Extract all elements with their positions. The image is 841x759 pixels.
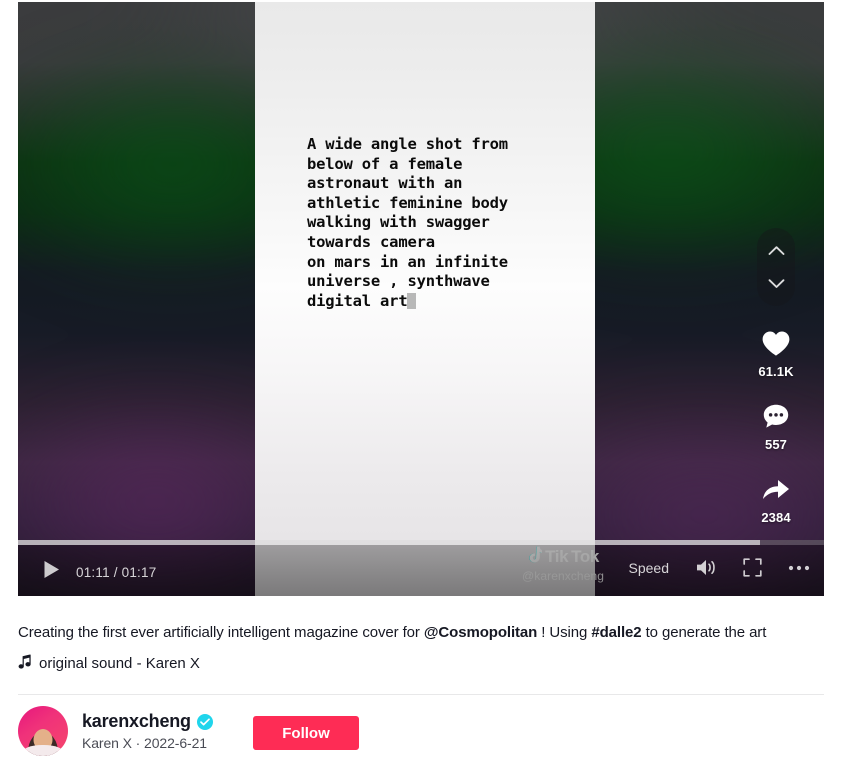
author-name-row: karenxcheng	[82, 711, 213, 732]
progress-bar-fill	[18, 540, 760, 545]
share-count: 2384	[761, 510, 791, 525]
caption-part-1: Creating the first ever artificially int…	[18, 624, 424, 641]
comment-action[interactable]: 557	[759, 401, 793, 452]
share-action[interactable]: 2384	[759, 474, 793, 525]
section-divider	[18, 694, 824, 695]
play-icon[interactable]	[43, 560, 60, 584]
music-note-icon	[18, 654, 31, 672]
like-count: 61.1K	[758, 364, 794, 379]
caption-part-2: ! Using	[537, 624, 592, 641]
video-nav-pill	[757, 228, 795, 306]
tiktok-video-page: A wide angle shot from below of a female…	[0, 0, 841, 759]
progress-bar-track[interactable]	[18, 540, 824, 545]
comment-count: 557	[765, 437, 787, 452]
controls-left-group: 01:11 / 01:17	[43, 560, 156, 584]
share-icon[interactable]	[759, 474, 793, 504]
avatar-shirt	[23, 745, 63, 756]
controls-right-group: Speed	[629, 558, 810, 577]
music-row[interactable]: original sound - Karen X	[18, 654, 200, 672]
author-text-block: karenxcheng Karen X · 2022-6-21	[82, 711, 213, 751]
video-prompt-overlay-text: A wide angle shot from below of a female…	[307, 135, 565, 311]
music-title: original sound - Karen X	[39, 654, 200, 672]
heart-icon[interactable]	[759, 328, 793, 358]
chevron-up-icon[interactable]	[768, 245, 785, 256]
more-horizontal-icon[interactable]	[788, 565, 810, 571]
video-player[interactable]: A wide angle shot from below of a female…	[18, 2, 824, 596]
caption-mention-link[interactable]: @Cosmopolitan	[424, 624, 537, 641]
chevron-down-icon[interactable]	[768, 278, 785, 289]
volume-icon[interactable]	[695, 558, 717, 577]
comment-icon[interactable]	[759, 401, 793, 431]
like-action[interactable]: 61.1K	[758, 328, 793, 379]
verified-badge-icon	[196, 713, 213, 730]
caption-hashtag-link[interactable]: #dalle2	[591, 624, 641, 641]
fullscreen-icon[interactable]	[743, 558, 762, 577]
text-caret	[407, 292, 417, 309]
follow-button[interactable]: Follow	[253, 716, 359, 750]
author-block[interactable]: karenxcheng Karen X · 2022-6-21	[18, 706, 213, 756]
author-username[interactable]: karenxcheng	[82, 711, 191, 732]
video-surface[interactable]: A wide angle shot from below of a female…	[255, 2, 595, 596]
time-display: 01:11 / 01:17	[76, 564, 157, 580]
avatar[interactable]	[18, 706, 68, 756]
prompt-text-content: A wide angle shot from below of a female…	[307, 135, 508, 310]
video-caption: Creating the first ever artificially int…	[18, 622, 824, 644]
caption-part-3: to generate the art	[641, 624, 767, 641]
speed-button[interactable]: Speed	[629, 560, 669, 576]
video-controls-bar: 01:11 / 01:17 Speed	[18, 540, 824, 596]
action-rail: 61.1K 557 2384	[750, 228, 802, 525]
author-subtitle: Karen X · 2022-6-21	[82, 735, 207, 751]
